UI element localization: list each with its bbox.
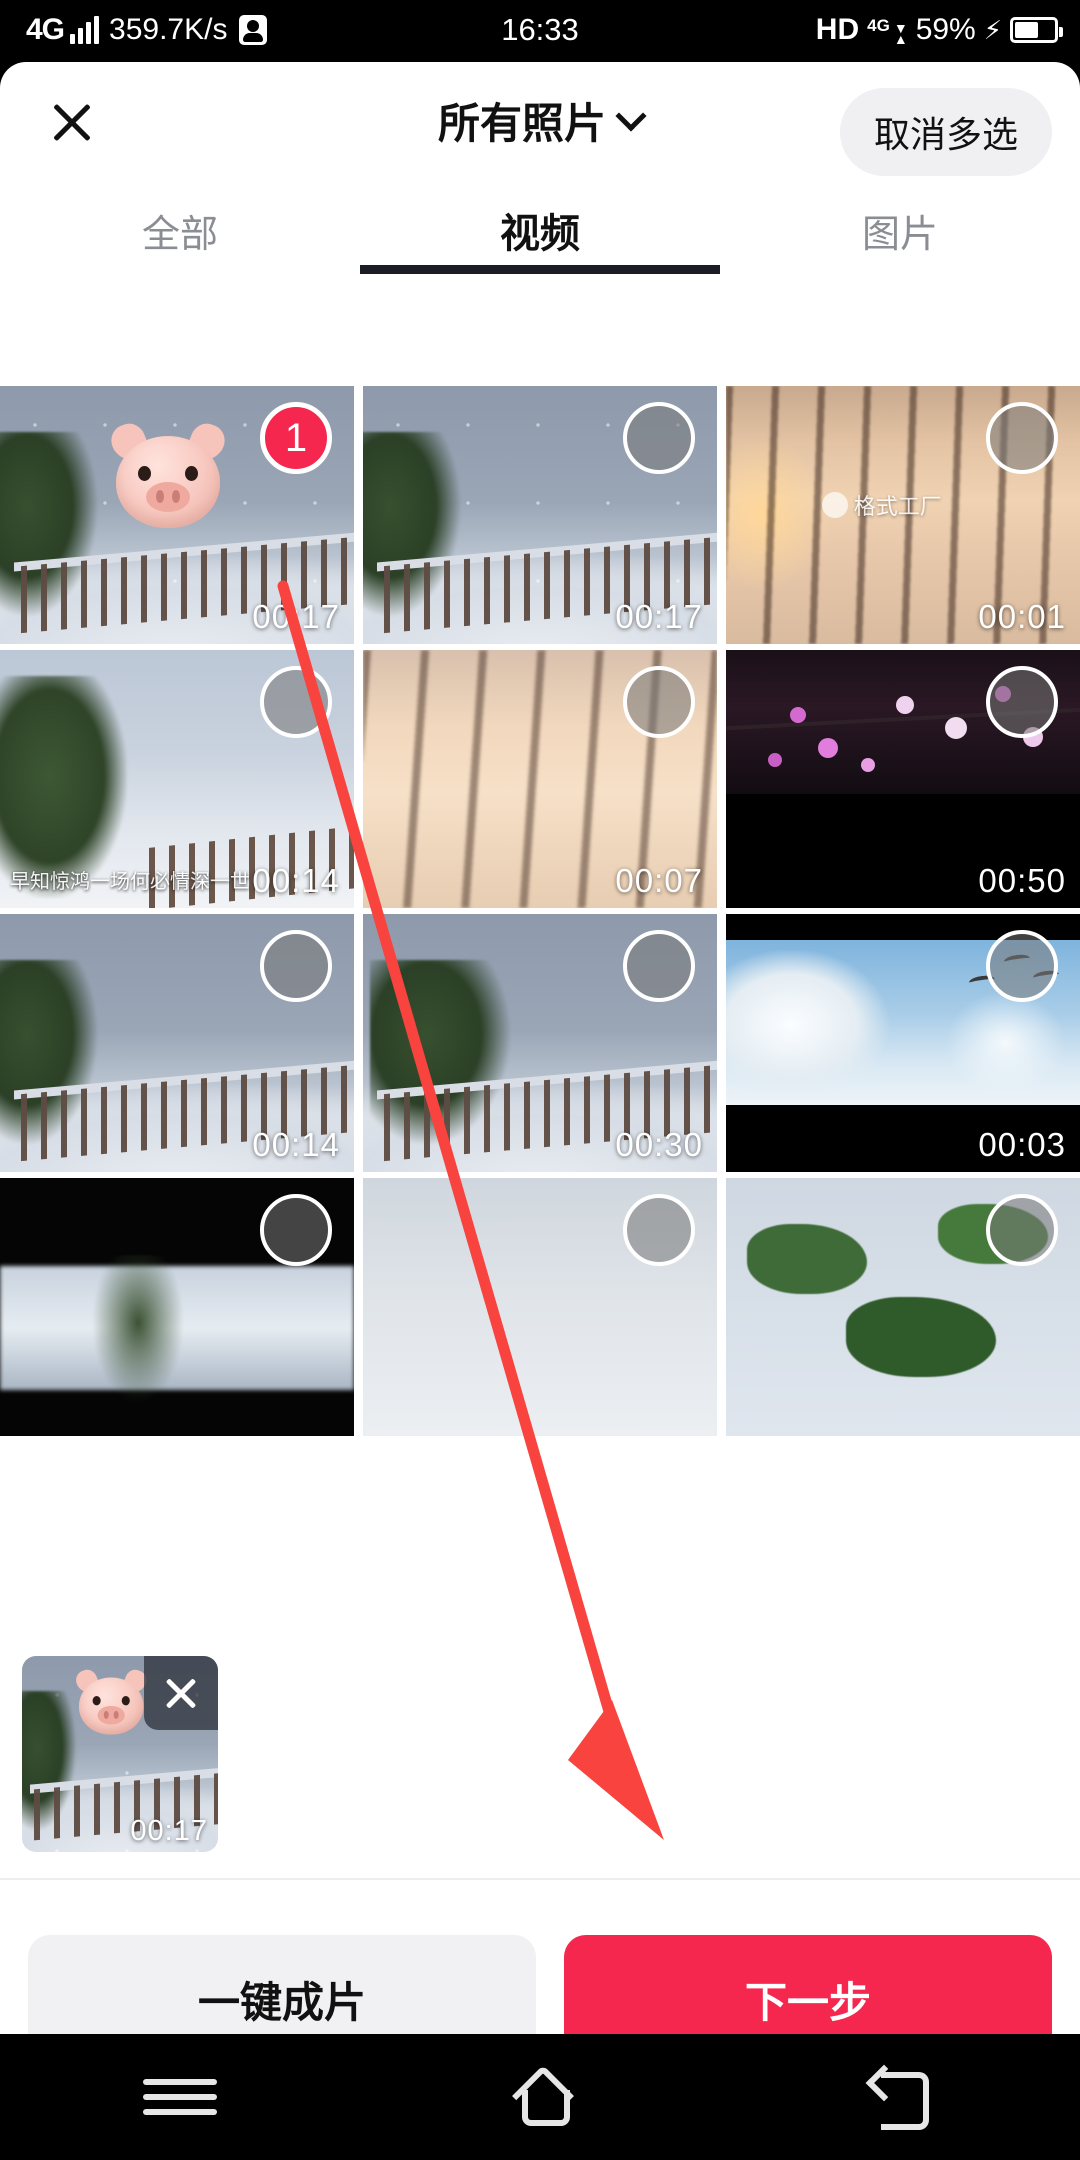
nav-back-button[interactable] — [720, 2068, 1080, 2130]
media-item[interactable]: 格式工厂 00:01 — [726, 386, 1080, 644]
media-item[interactable]: 00:30 — [363, 914, 717, 1172]
duration-label: 00:50 — [978, 862, 1066, 899]
sheet-header: 所有照片 取消多选 — [0, 62, 1080, 180]
selection-checkbox[interactable] — [986, 930, 1058, 1002]
volte-label: 4G — [867, 15, 890, 35]
selection-checkbox[interactable] — [986, 402, 1058, 474]
hd-label: HD — [815, 13, 860, 46]
nav-home-button[interactable] — [360, 2068, 720, 2126]
battery-icon — [1010, 17, 1063, 43]
media-item[interactable]: 00:50 — [726, 650, 1080, 908]
active-tab-indicator — [360, 265, 720, 274]
menu-icon — [143, 2070, 217, 2124]
media-item[interactable]: 00:07 — [363, 650, 717, 908]
selection-checkbox[interactable] — [623, 1194, 695, 1266]
selection-checkbox[interactable]: 1 — [260, 402, 332, 474]
video-caption-overlay: 早知惊鸿一场何必情深一世 — [10, 871, 250, 893]
duration-label: 00:30 — [615, 1126, 703, 1163]
selection-checkbox[interactable] — [260, 930, 332, 1002]
duration-label: 00:17 — [130, 1815, 208, 1847]
selected-thumbnail[interactable]: 00:17 — [22, 1656, 218, 1852]
selected-items-tray: 00:17 — [0, 1632, 1080, 1880]
chevron-down-icon — [615, 99, 647, 132]
media-item[interactable]: 1 00:17 — [0, 386, 354, 644]
selection-checkbox[interactable] — [623, 666, 695, 738]
media-item[interactable]: 00:14 — [0, 914, 354, 1172]
media-item[interactable]: 00:17 — [363, 386, 717, 644]
media-item[interactable] — [726, 1178, 1080, 1436]
selection-checkbox[interactable] — [986, 666, 1058, 738]
watermark-overlay: 格式工厂 — [821, 489, 942, 521]
duration-label: 00:07 — [615, 862, 703, 899]
picker-sheet: 所有照片 取消多选 全部 视频 图片 1 00:17 00:17 格式工厂 00… — [0, 62, 1080, 2034]
tab-image[interactable]: 图片 — [720, 180, 1080, 280]
selection-checkbox[interactable] — [260, 666, 332, 738]
auto-compose-button[interactable]: 一键成片 — [28, 1935, 536, 2034]
back-icon — [867, 2068, 933, 2130]
selection-checkbox[interactable] — [623, 402, 695, 474]
media-type-tabs: 全部 视频 图片 — [0, 180, 1080, 280]
next-button[interactable]: 下一步 — [564, 1935, 1052, 2034]
selection-checkbox[interactable] — [623, 930, 695, 1002]
action-bar: 一键成片 下一步 — [0, 1904, 1080, 2034]
pig-emoji-overlay — [106, 418, 230, 532]
duration-label: 00:17 — [252, 598, 340, 635]
duration-label: 00:03 — [978, 1126, 1066, 1163]
media-item[interactable] — [363, 1178, 717, 1436]
duration-label: 00:01 — [978, 598, 1066, 635]
status-bar-right: HD 4G ▼ ▲ 59% ⚡ — [815, 13, 1063, 47]
duration-label: 00:17 — [615, 598, 703, 635]
selection-checkbox[interactable] — [986, 1194, 1058, 1266]
duration-label: 00:14 — [252, 1126, 340, 1163]
status-bar: 4G 359.7K/s 16:33 HD 4G ▼ ▲ 59% ⚡ — [0, 0, 1080, 60]
remove-selected-icon[interactable] — [144, 1656, 218, 1730]
nav-recents-button[interactable] — [0, 2070, 360, 2124]
home-icon — [509, 2068, 571, 2126]
selection-checkbox[interactable] — [260, 1194, 332, 1266]
media-item[interactable] — [0, 1178, 354, 1436]
page-title: 所有照片 — [437, 100, 606, 147]
data-arrows-icon: ▼ ▲ — [893, 19, 908, 47]
media-item[interactable]: 00:03 — [726, 914, 1080, 1172]
media-item[interactable]: 早知惊鸿一场何必情深一世 00:14 — [0, 650, 354, 908]
cancel-multiselect-button[interactable]: 取消多选 — [839, 88, 1052, 176]
pig-emoji-overlay — [73, 1666, 150, 1737]
battery-percent-label: 59% — [915, 13, 976, 46]
watermark-logo-icon — [821, 491, 848, 518]
media-grid: 1 00:17 00:17 格式工厂 00:01 早知惊鸿一场何必情深一世 00… — [0, 386, 1080, 1626]
tab-all[interactable]: 全部 — [0, 180, 360, 280]
charging-bolt-icon: ⚡ — [983, 14, 1002, 45]
duration-label: 00:14 — [252, 862, 340, 899]
watermark-label: 格式工厂 — [853, 493, 942, 519]
system-navigation-bar — [0, 2034, 1080, 2160]
